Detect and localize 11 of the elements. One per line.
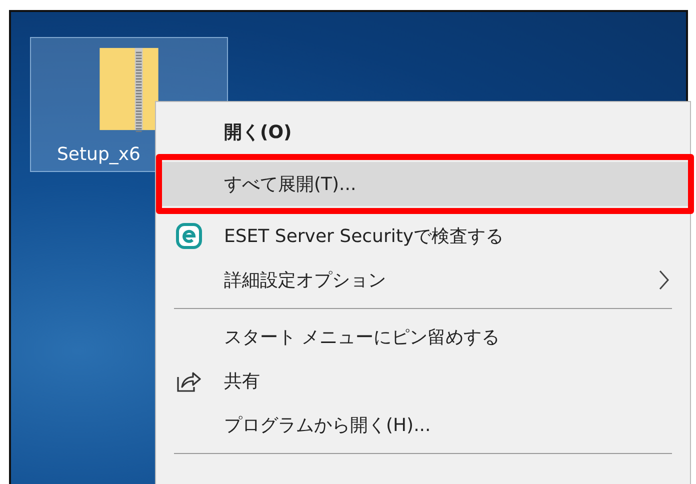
menu-item[interactable]: ESET Server Securityで検査する — [156, 214, 690, 258]
menu-item[interactable]: すべて展開(T)... — [162, 162, 688, 206]
eset-logo-icon — [176, 223, 202, 249]
menu-item[interactable]: スタート メニューにピン留めする — [156, 315, 690, 359]
menu-item[interactable]: プログラムから開く(H)... — [156, 403, 690, 447]
file-name: Setup_x6 — [57, 144, 140, 165]
menu-item[interactable]: 共有 — [156, 359, 690, 403]
share-icon — [176, 369, 202, 393]
chevron-right-icon — [658, 269, 670, 291]
menu-item[interactable]: 詳細設定オプション — [156, 258, 690, 302]
zip-folder-icon — [97, 46, 161, 132]
